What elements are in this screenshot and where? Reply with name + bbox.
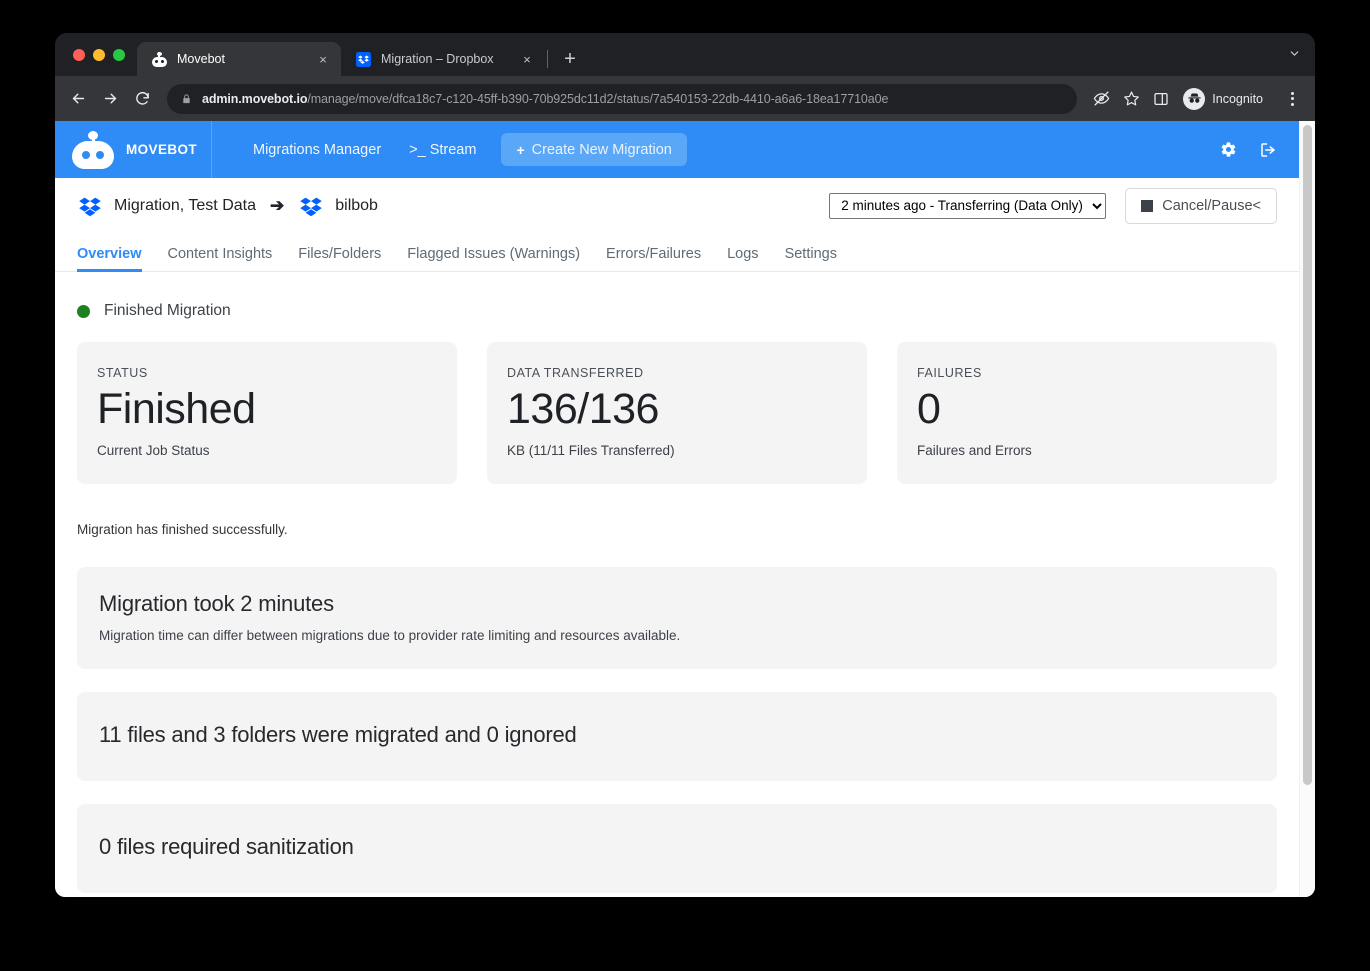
url-path: /manage/move/dfca18c7-c120-45ff-b390-70b…: [307, 92, 888, 106]
panel-title: Migration took 2 minutes: [99, 591, 1255, 617]
tab-errors-failures[interactable]: Errors/Failures: [593, 246, 714, 271]
app-nav-links: Migrations Manager >_ Stream + Create Ne…: [239, 121, 687, 178]
minimize-window-button[interactable]: [93, 49, 105, 61]
metric-label: FAILURES: [917, 366, 1257, 380]
close-icon[interactable]: ×: [315, 51, 331, 67]
url-text: admin.movebot.io/manage/move/dfca18c7-c1…: [202, 92, 888, 106]
address-bar[interactable]: admin.movebot.io/manage/move/dfca18c7-c1…: [167, 84, 1077, 114]
dropbox-icon: [77, 193, 103, 219]
status-dot-icon: [77, 305, 90, 318]
tab-logs[interactable]: Logs: [714, 246, 771, 271]
migration-run-select[interactable]: 2 minutes ago - Transferring (Data Only): [829, 193, 1106, 219]
brand-name: MOVEBOT: [126, 142, 197, 157]
close-window-button[interactable]: [73, 49, 85, 61]
kebab-menu-icon[interactable]: [1279, 85, 1305, 113]
migration-note: Migration has finished successfully.: [55, 484, 1299, 537]
browser-tab-dropbox[interactable]: Migration – Dropbox ×: [341, 42, 545, 76]
tab-content-insights[interactable]: Content Insights: [155, 246, 286, 271]
breadcrumb-source-label: Migration, Test Data: [114, 197, 256, 215]
migration-status-line: Finished Migration: [55, 272, 1299, 320]
metric-card-data-transferred: DATA TRANSFERRED 136/136 KB (11/11 Files…: [487, 342, 867, 484]
metric-label: STATUS: [97, 366, 437, 380]
reload-button[interactable]: [127, 84, 157, 114]
nav-item-stream[interactable]: >_ Stream: [395, 121, 490, 178]
metric-value: 136/136: [507, 383, 847, 437]
chevron-down-icon[interactable]: [1288, 47, 1301, 63]
browser-tab-strip: Movebot × Migration – Dropbox × +: [55, 33, 1315, 76]
browser-window: Movebot × Migration – Dropbox × +: [55, 33, 1315, 897]
metric-label: DATA TRANSFERRED: [507, 366, 847, 380]
star-icon[interactable]: [1117, 85, 1145, 113]
lock-icon: [181, 93, 192, 105]
back-button[interactable]: [63, 84, 93, 114]
side-panel-icon[interactable]: [1147, 85, 1175, 113]
tab-flagged-issues[interactable]: Flagged Issues (Warnings): [394, 246, 593, 271]
incognito-icon: [1183, 88, 1205, 110]
breadcrumb-target-label: bilbob: [335, 197, 378, 215]
profile-incognito-button[interactable]: Incognito: [1179, 85, 1275, 113]
panel-description: Migration time can differ between migrat…: [99, 628, 1255, 643]
forward-button[interactable]: [95, 84, 125, 114]
page-viewport: MOVEBOT Migrations Manager >_ Stream + C…: [55, 121, 1315, 897]
create-new-migration-label: Create New Migration: [532, 142, 672, 158]
movebot-robot-icon: [72, 131, 114, 169]
breadcrumb-target[interactable]: bilbob: [298, 193, 378, 219]
cancel-pause-button[interactable]: Cancel/Pause<: [1125, 188, 1277, 224]
page-scrollbar[interactable]: [1299, 121, 1315, 897]
browser-tab-title: Migration – Dropbox: [381, 52, 509, 66]
panel-title: 0 files required sanitization: [99, 834, 1255, 860]
app-nav-right: [1220, 141, 1299, 159]
brand-logo-group[interactable]: MOVEBOT: [55, 121, 212, 178]
tab-overview[interactable]: Overview: [77, 246, 155, 271]
metric-value: 0: [917, 383, 1257, 437]
stop-square-icon: [1141, 200, 1153, 212]
new-tab-button[interactable]: +: [556, 45, 584, 73]
metric-card-status: STATUS Finished Current Job Status: [77, 342, 457, 484]
eye-slash-icon[interactable]: [1087, 85, 1115, 113]
tab-separator: [547, 50, 548, 68]
tab-settings[interactable]: Settings: [772, 246, 850, 271]
create-new-migration-button[interactable]: + Create New Migration: [501, 133, 686, 166]
arrow-right-icon: ➔: [270, 197, 284, 214]
maximize-window-button[interactable]: [113, 49, 125, 61]
summary-panel-counts: 11 files and 3 folders were migrated and…: [77, 692, 1277, 781]
metric-value: Finished: [97, 383, 437, 437]
breadcrumb-actions: 2 minutes ago - Transferring (Data Only)…: [829, 188, 1277, 224]
dropbox-icon: [355, 51, 371, 67]
movebot-app: MOVEBOT Migrations Manager >_ Stream + C…: [55, 121, 1299, 897]
metric-cards: STATUS Finished Current Job Status DATA …: [55, 320, 1299, 484]
breadcrumb: Migration, Test Data ➔ bilbob 2 minutes …: [55, 178, 1299, 233]
dropbox-icon: [298, 193, 324, 219]
profile-label: Incognito: [1212, 92, 1263, 106]
logout-icon[interactable]: [1259, 141, 1277, 159]
window-controls: [67, 33, 137, 76]
status-label: Finished Migration: [104, 302, 231, 320]
summary-panel-sanitization: 0 files required sanitization: [77, 804, 1277, 893]
nav-item-migrations-manager[interactable]: Migrations Manager: [239, 121, 395, 178]
tab-strip-right-controls: [1288, 33, 1315, 76]
metric-sublabel: Failures and Errors: [917, 443, 1257, 458]
metric-sublabel: Current Job Status: [97, 443, 437, 458]
panel-title: 11 files and 3 folders were migrated and…: [99, 722, 1255, 748]
url-host: admin.movebot.io: [202, 92, 307, 106]
robot-icon: [151, 51, 167, 67]
close-icon[interactable]: ×: [519, 51, 535, 67]
gear-icon[interactable]: [1220, 141, 1237, 158]
page-tabs: Overview Content Insights Files/Folders …: [55, 233, 1299, 272]
metric-sublabel: KB (11/11 Files Transferred): [507, 443, 847, 458]
summary-panels: Migration took 2 minutes Migration time …: [55, 567, 1299, 893]
scrollbar-thumb[interactable]: [1303, 125, 1312, 785]
browser-tab-movebot[interactable]: Movebot ×: [137, 42, 341, 76]
browser-toolbar: admin.movebot.io/manage/move/dfca18c7-c1…: [55, 76, 1315, 121]
tab-files-folders[interactable]: Files/Folders: [285, 246, 394, 271]
browser-tab-title: Movebot: [177, 52, 305, 66]
app-navbar: MOVEBOT Migrations Manager >_ Stream + C…: [55, 121, 1299, 178]
summary-panel-duration: Migration took 2 minutes Migration time …: [77, 567, 1277, 669]
plus-icon: +: [516, 142, 524, 158]
breadcrumb-source[interactable]: Migration, Test Data: [77, 193, 256, 219]
metric-card-failures: FAILURES 0 Failures and Errors: [897, 342, 1277, 484]
cancel-pause-label: Cancel/Pause<: [1162, 198, 1261, 214]
